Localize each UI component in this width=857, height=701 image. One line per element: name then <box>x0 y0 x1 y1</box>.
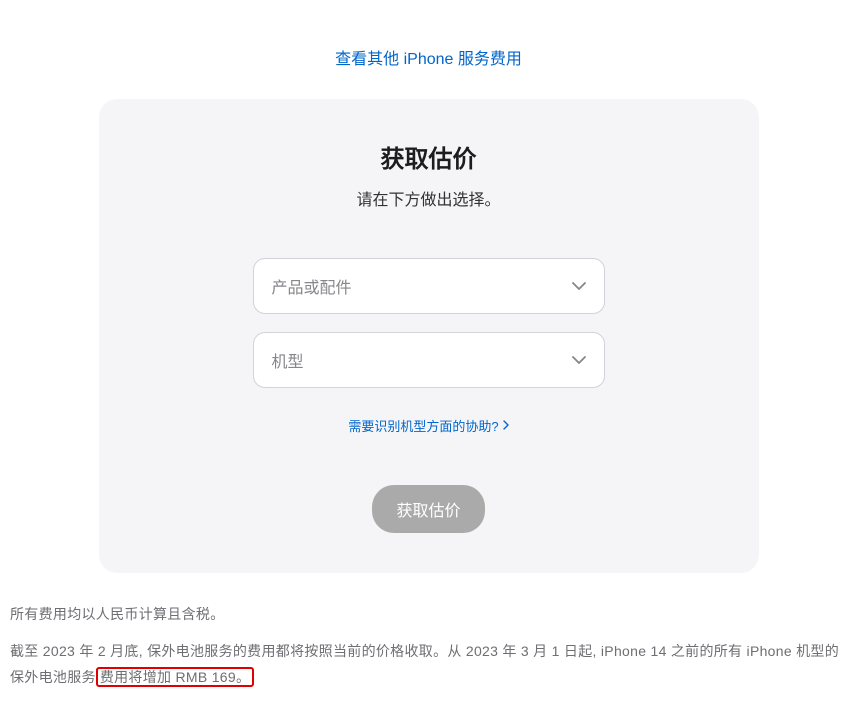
chevron-down-icon <box>572 351 586 369</box>
identify-model-help-link[interactable]: 需要识别机型方面的协助? <box>348 416 508 435</box>
product-select[interactable]: 产品或配件 <box>253 258 605 314</box>
footer-line-2: 截至 2023 年 2 月底, 保外电池服务的费用都将按照当前的价格收取。从 2… <box>10 638 847 691</box>
product-select-placeholder: 产品或配件 <box>272 274 352 298</box>
card-subtitle: 请在下方做出选择。 <box>356 186 500 210</box>
footer-notes: 所有费用均以人民币计算且含税。 截至 2023 年 2 月底, 保外电池服务的费… <box>10 601 847 701</box>
price-increase-highlight: 费用将增加 RMB 169。 <box>96 667 254 687</box>
other-services-link[interactable]: 查看其他 iPhone 服务费用 <box>335 45 522 69</box>
estimate-card: 获取估价 请在下方做出选择。 产品或配件 机型 需要识别机型方面的协助? 获取估… <box>99 99 759 573</box>
footer-line-1: 所有费用均以人民币计算且含税。 <box>10 601 847 628</box>
get-estimate-button[interactable]: 获取估价 <box>372 485 484 533</box>
chevron-down-icon <box>572 277 586 295</box>
chevron-right-icon <box>503 419 509 433</box>
card-title: 获取估价 <box>381 139 477 174</box>
help-link-text: 需要识别机型方面的协助? <box>348 416 498 435</box>
model-select-placeholder: 机型 <box>272 348 304 372</box>
model-select[interactable]: 机型 <box>253 332 605 388</box>
